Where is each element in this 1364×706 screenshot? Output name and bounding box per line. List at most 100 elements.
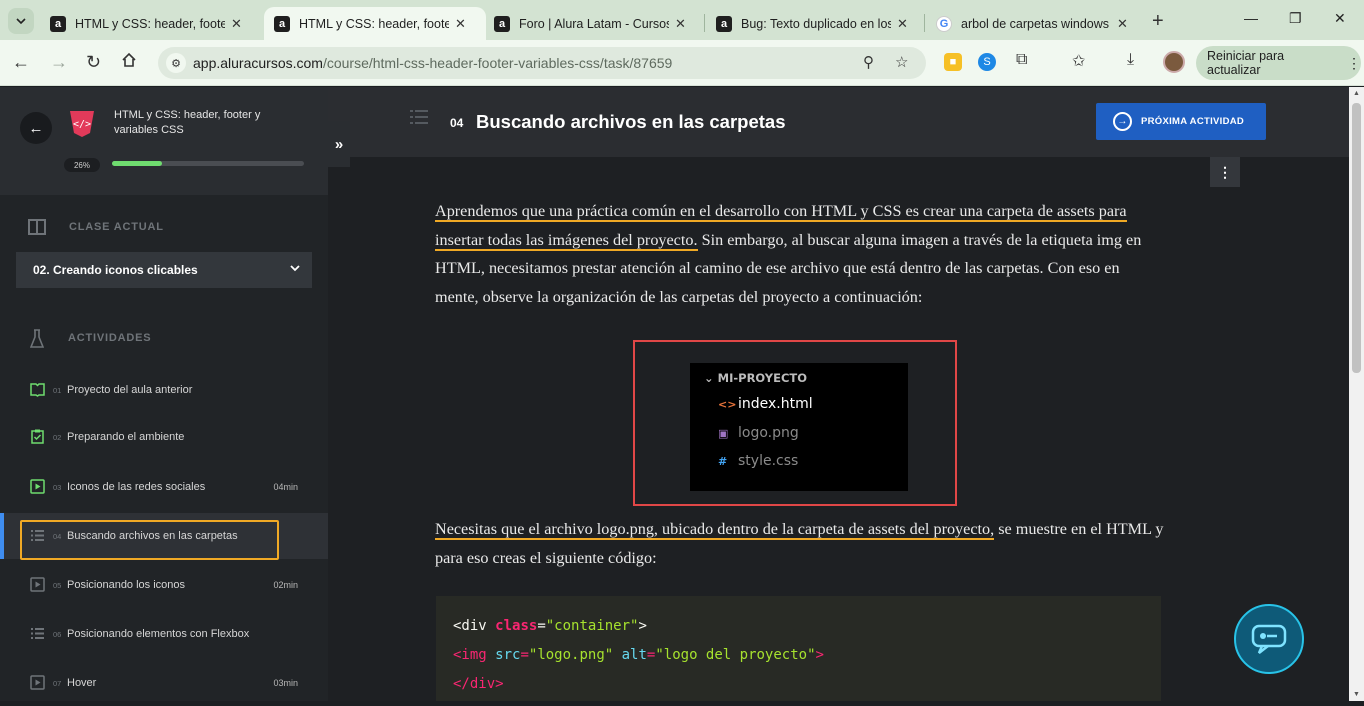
back-arrow-icon[interactable]: ← bbox=[12, 52, 30, 73]
more-options-icon[interactable]: ⋮ bbox=[1210, 157, 1240, 187]
browser-tab-1[interactable]: a HTML y CSS: header, footer y ✕ bbox=[40, 7, 260, 40]
tab-title: HTML y CSS: header, footer y bbox=[299, 16, 449, 31]
folder-name: ⌄ MI-PROYECTO bbox=[704, 371, 808, 385]
forward-arrow-icon[interactable]: → bbox=[50, 52, 68, 73]
current-class-heading: CLASE ACTUAL bbox=[69, 221, 164, 233]
file-row: <> index.html bbox=[718, 396, 813, 412]
progress-percent: 26% bbox=[64, 158, 100, 172]
image-file-icon: ▣ bbox=[718, 427, 729, 440]
activity-duration: 02min bbox=[273, 580, 298, 590]
scrollbar-thumb[interactable] bbox=[1352, 103, 1361, 373]
browser-tab-5[interactable]: G arbol de carpetas windows - G ✕ bbox=[926, 7, 1148, 40]
address-bar[interactable]: ⚙ app.aluracursos.com/course/html-css-he… bbox=[158, 47, 926, 79]
tab-separator bbox=[704, 14, 705, 32]
restart-to-update-button[interactable]: Reiniciar para actualizar ⋮ bbox=[1196, 46, 1361, 80]
site-info-icon[interactable]: ⚙ bbox=[166, 53, 186, 73]
list-icon bbox=[31, 628, 44, 639]
zoom-icon[interactable]: ⚲ bbox=[863, 53, 874, 71]
class-select-dropdown[interactable]: 02. Creando iconos clicables bbox=[16, 252, 312, 288]
tab-separator bbox=[924, 14, 925, 32]
css-file-icon: # bbox=[718, 455, 728, 468]
google-favicon-icon: G bbox=[936, 15, 952, 32]
close-tab-icon[interactable]: ✕ bbox=[231, 16, 242, 32]
browser-tab-4[interactable]: a Bug: Texto duplicado en los c ✕ bbox=[706, 7, 928, 40]
tab-title: Foro | Alura Latam - Cursos o bbox=[519, 16, 669, 31]
course-badge-icon: </> bbox=[66, 107, 98, 139]
flask-icon bbox=[29, 329, 45, 354]
activity-item-03[interactable]: 03 Iconos de las redes sociales 04min bbox=[0, 464, 328, 510]
scroll-up-icon: ▲ bbox=[1353, 90, 1360, 97]
folder-structure-image: ⌄ MI-PROYECTO <> index.html ▣ logo.png # st… bbox=[633, 340, 957, 506]
activity-label: Preparando el ambiente bbox=[67, 431, 185, 443]
progress-fill bbox=[112, 161, 162, 166]
activity-label: Posicionando los iconos bbox=[67, 579, 186, 591]
tab-search-button[interactable] bbox=[8, 8, 34, 34]
tab-title: HTML y CSS: header, footer y bbox=[75, 16, 225, 31]
arrow-right-icon: → bbox=[1113, 112, 1132, 131]
html-file-icon: <> bbox=[718, 398, 737, 411]
book-open-icon bbox=[28, 218, 46, 241]
close-tab-icon[interactable]: ✕ bbox=[455, 16, 466, 32]
code-line-2: <img src="logo.png" alt="logo del proyec… bbox=[453, 647, 824, 663]
reload-icon[interactable]: ↻ bbox=[86, 52, 101, 73]
activity-number: 04 bbox=[450, 116, 464, 130]
collapse-sidebar-icon[interactable]: » bbox=[328, 121, 350, 167]
activity-item-06[interactable]: 06 Posicionando elementos con Flexbox bbox=[0, 611, 328, 657]
course-sidebar: ← </> HTML y CSS: header, footer y varia… bbox=[0, 87, 328, 701]
highlighted-text: Necesitas que el archivo logo.png, ubica… bbox=[435, 520, 995, 540]
list-icon[interactable] bbox=[410, 109, 428, 125]
course-header: ← </> HTML y CSS: header, footer y varia… bbox=[0, 87, 328, 195]
more-vert-icon: ⋮ bbox=[1347, 54, 1361, 71]
chatbot-button[interactable] bbox=[1234, 604, 1304, 674]
book-icon bbox=[30, 383, 45, 397]
activity-label: Hover bbox=[67, 677, 97, 689]
chat-robot-icon bbox=[1251, 624, 1287, 654]
class-select-value: 02. Creando iconos clicables bbox=[33, 263, 198, 277]
browser-tab-3[interactable]: a Foro | Alura Latam - Cursos o ✕ bbox=[484, 7, 706, 40]
close-tab-icon[interactable]: ✕ bbox=[897, 16, 908, 32]
activity-duration: 03min bbox=[273, 678, 298, 688]
extension-blue-icon[interactable]: S bbox=[978, 53, 996, 71]
minimize-icon[interactable]: — bbox=[1244, 10, 1258, 26]
activity-label: Iconos de las redes sociales bbox=[67, 481, 206, 493]
browser-tab-2[interactable]: a HTML y CSS: header, footer y ✕ bbox=[264, 7, 486, 40]
extension-yellow-icon[interactable]: ■ bbox=[944, 53, 962, 71]
profile-avatar[interactable] bbox=[1163, 51, 1185, 73]
video-icon bbox=[30, 479, 45, 494]
alura-favicon-icon: a bbox=[494, 15, 510, 32]
file-row: ▣ logo.png bbox=[718, 425, 799, 441]
browser-toolbar: ← → ↻ ⚙ app.aluracursos.com/course/html-… bbox=[0, 40, 1364, 86]
bookmarks-list-icon[interactable]: ✩ bbox=[1072, 51, 1085, 71]
file-row: # style.css bbox=[718, 453, 799, 469]
download-icon[interactable]: ⤓ bbox=[1127, 51, 1134, 69]
highlight-annotation-box bbox=[20, 520, 279, 560]
video-icon bbox=[30, 675, 45, 690]
activity-item-07[interactable]: 07 Hover 03min bbox=[0, 660, 328, 706]
bookmark-star-icon[interactable]: ☆ bbox=[895, 53, 908, 71]
new-tab-icon[interactable]: + bbox=[1152, 10, 1164, 33]
page-title: Buscando archivos en las carpetas bbox=[476, 111, 786, 132]
url-text[interactable]: app.aluracursos.com/course/html-css-head… bbox=[193, 55, 672, 71]
paragraph-2: Necesitas que el archivo logo.png, ubica… bbox=[435, 520, 1164, 567]
activity-item-05[interactable]: 05 Posicionando los iconos 02min bbox=[0, 562, 328, 608]
back-button[interactable]: ← bbox=[20, 112, 52, 144]
page-scrollbar[interactable]: ▲ ▼ bbox=[1349, 87, 1364, 701]
chevron-down-icon bbox=[16, 18, 26, 25]
file-explorer: ⌄ MI-PROYECTO <> index.html ▣ logo.png # st… bbox=[690, 363, 908, 491]
close-tab-icon[interactable]: ✕ bbox=[675, 16, 686, 32]
tab-title: arbol de carpetas windows - G bbox=[961, 16, 1111, 31]
activity-item-01[interactable]: 01 Proyecto del aula anterior bbox=[0, 367, 328, 413]
extensions-puzzle-icon[interactable]: ⧉ bbox=[1016, 51, 1027, 69]
browser-tab-bar: a HTML y CSS: header, footer y ✕ a HTML … bbox=[0, 0, 1364, 40]
restore-icon[interactable]: ❐ bbox=[1289, 10, 1302, 27]
alura-favicon-icon: a bbox=[274, 15, 290, 32]
activity-item-02[interactable]: 02 Preparando el ambiente bbox=[0, 414, 328, 460]
code-block: <div class="container"> <img src="logo.p… bbox=[436, 596, 1161, 701]
scroll-down-icon: ▼ bbox=[1353, 691, 1360, 698]
video-icon bbox=[30, 577, 45, 592]
home-icon[interactable] bbox=[121, 52, 137, 73]
close-window-icon[interactable]: ✕ bbox=[1334, 10, 1346, 27]
close-tab-icon[interactable]: ✕ bbox=[1117, 16, 1128, 32]
next-activity-button[interactable]: → PRÓXIMA ACTIVIDAD bbox=[1096, 103, 1266, 140]
course-title: HTML y CSS: header, footer y variables C… bbox=[114, 109, 261, 136]
